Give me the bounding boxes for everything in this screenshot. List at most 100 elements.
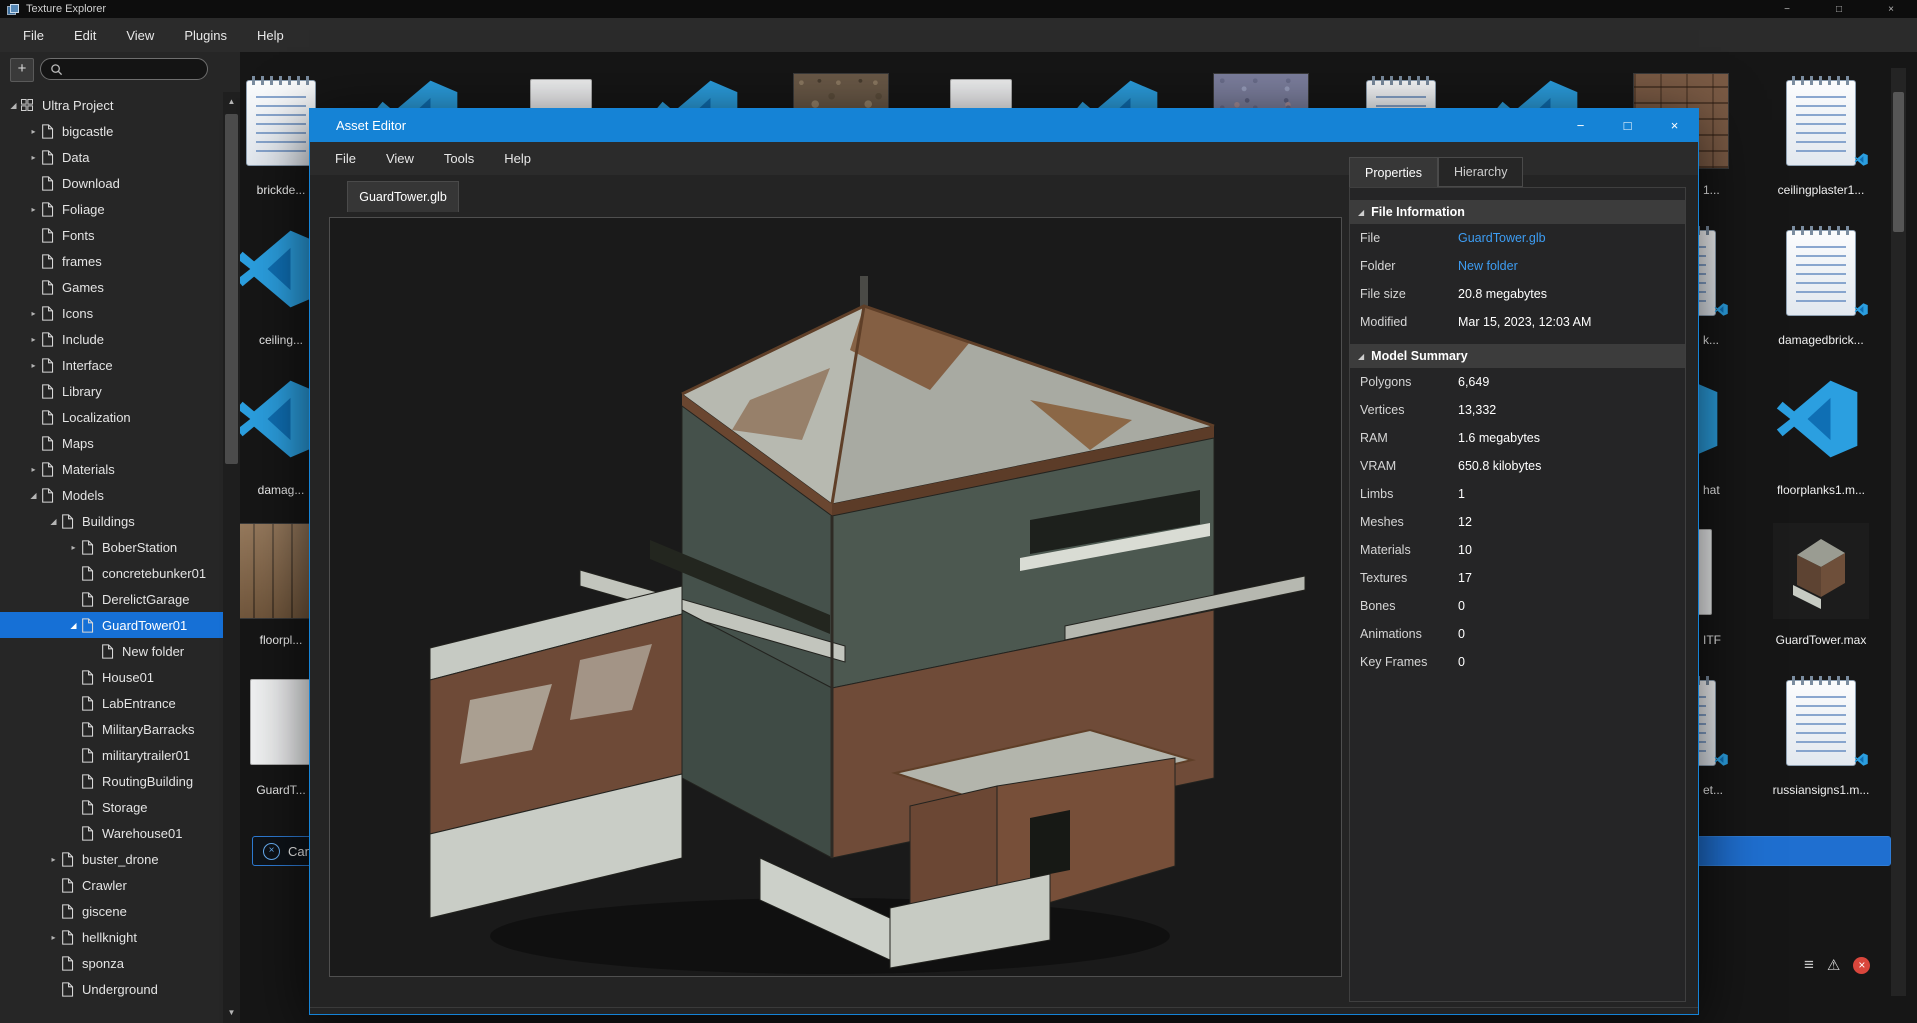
- tree-item-crawler[interactable]: Crawler: [0, 872, 223, 898]
- tree-item-routingbuilding[interactable]: RoutingBuilding: [0, 768, 223, 794]
- tree-item-new-folder[interactable]: New folder: [0, 638, 223, 664]
- tree-item-ultra-project[interactable]: ◢Ultra Project: [0, 92, 223, 118]
- tree-item-interface[interactable]: ▸Interface: [0, 352, 223, 378]
- tree-item-download[interactable]: Download: [0, 170, 223, 196]
- collapse-icon[interactable]: ◢: [66, 621, 81, 630]
- menu-view[interactable]: View: [371, 142, 429, 175]
- search-box[interactable]: [40, 58, 208, 80]
- tree-item-boberstation[interactable]: ▸BoberStation: [0, 534, 223, 560]
- collapse-icon[interactable]: ◢: [46, 517, 61, 526]
- document-icon: [81, 825, 96, 841]
- tree-item-guardtower01[interactable]: ◢GuardTower01: [0, 612, 223, 638]
- search-input[interactable]: [69, 61, 198, 77]
- file-item-russiansigns1-m[interactable]: russiansigns1.m...: [1763, 673, 1879, 809]
- asset-editor-titlebar[interactable]: Asset Editor − □ ×: [310, 109, 1698, 142]
- property-row-bones: Bones0: [1350, 592, 1685, 620]
- minimize-button[interactable]: −: [1761, 0, 1813, 18]
- tree-item-hellknight[interactable]: ▸hellknight: [0, 924, 223, 950]
- expand-icon[interactable]: ▸: [26, 205, 41, 214]
- expand-icon[interactable]: ▸: [46, 855, 61, 864]
- menu-help[interactable]: Help: [489, 142, 546, 175]
- file-item-damagedbrick[interactable]: damagedbrick...: [1763, 223, 1879, 359]
- tree-item-maps[interactable]: Maps: [0, 430, 223, 456]
- document-icon: [41, 331, 56, 347]
- file-item-ceilingplaster1[interactable]: ceilingplaster1...: [1763, 73, 1879, 209]
- property-value: 17: [1458, 571, 1472, 585]
- tree-item-frames[interactable]: frames: [0, 248, 223, 274]
- tree-item-data[interactable]: ▸Data: [0, 144, 223, 170]
- tree-item-underground[interactable]: Underground: [0, 976, 223, 1002]
- menu-help[interactable]: Help: [242, 18, 299, 52]
- scroll-up-icon[interactable]: ▲: [223, 94, 240, 110]
- menu-file[interactable]: File: [8, 18, 59, 52]
- file-item-guardtower-max[interactable]: GuardTower.max: [1763, 523, 1879, 659]
- document-tab[interactable]: GuardTower.glb: [347, 181, 459, 212]
- list-icon[interactable]: ≡: [1804, 955, 1814, 975]
- tree-item-buildings[interactable]: ◢Buildings: [0, 508, 223, 534]
- tree-item-labentrance[interactable]: LabEntrance: [0, 690, 223, 716]
- property-value-link[interactable]: GuardTower.glb: [1458, 231, 1546, 245]
- tree-item-models[interactable]: ◢Models: [0, 482, 223, 508]
- tree-item-include[interactable]: ▸Include: [0, 326, 223, 352]
- expand-icon[interactable]: ▸: [66, 543, 81, 552]
- warning-icon[interactable]: ⚠: [1827, 956, 1840, 974]
- tree-item-materials[interactable]: ▸Materials: [0, 456, 223, 482]
- menu-edit[interactable]: Edit: [59, 18, 111, 52]
- tree-item-games[interactable]: Games: [0, 274, 223, 300]
- menu-tools[interactable]: Tools: [429, 142, 489, 175]
- tree-item-localization[interactable]: Localization: [0, 404, 223, 430]
- tree-item-bigcastle[interactable]: ▸bigcastle: [0, 118, 223, 144]
- tree-item-giscene[interactable]: giscene: [0, 898, 223, 924]
- expand-icon[interactable]: ▸: [26, 361, 41, 370]
- tab-hierarchy[interactable]: Hierarchy: [1438, 157, 1524, 187]
- document-icon: [41, 123, 56, 139]
- menu-plugins[interactable]: Plugins: [169, 18, 242, 52]
- collapse-icon[interactable]: ◢: [26, 491, 41, 500]
- tree-item-buster-drone[interactable]: ▸buster_drone: [0, 846, 223, 872]
- menu-file[interactable]: File: [320, 142, 371, 175]
- tree-item-storage[interactable]: Storage: [0, 794, 223, 820]
- property-value-link[interactable]: New folder: [1458, 259, 1518, 273]
- file-item-floorplanks1-m[interactable]: floorplanks1.m...: [1763, 373, 1879, 509]
- tree-item-warehouse01[interactable]: Warehouse01: [0, 820, 223, 846]
- section-model-summary[interactable]: ◢ Model Summary: [1350, 344, 1685, 368]
- modal-minimize-button[interactable]: −: [1557, 109, 1604, 142]
- modal-close-button[interactable]: ×: [1651, 109, 1698, 142]
- tree-item-sponza[interactable]: sponza: [0, 950, 223, 976]
- maximize-button[interactable]: □: [1813, 0, 1865, 18]
- tree-item-concretebunker01[interactable]: concretebunker01: [0, 560, 223, 586]
- expand-icon[interactable]: ▸: [26, 309, 41, 318]
- expand-icon[interactable]: ▸: [26, 127, 41, 136]
- tree-item-derelictgarage[interactable]: DerelictGarage: [0, 586, 223, 612]
- expand-icon[interactable]: ▸: [26, 335, 41, 344]
- section-file-information[interactable]: ◢ File Information: [1350, 200, 1685, 224]
- document-icon: [81, 721, 96, 737]
- menu-view[interactable]: View: [111, 18, 169, 52]
- property-label: Limbs: [1350, 487, 1458, 501]
- error-icon[interactable]: ×: [1853, 957, 1870, 974]
- modal-maximize-button[interactable]: □: [1604, 109, 1651, 142]
- property-label: Folder: [1350, 259, 1458, 273]
- expand-icon[interactable]: ▸: [46, 933, 61, 942]
- tree-item-icons[interactable]: ▸Icons: [0, 300, 223, 326]
- expand-icon[interactable]: ▸: [26, 465, 41, 474]
- content-scrollbar-thumb[interactable]: [1893, 92, 1904, 232]
- add-button[interactable]: +: [10, 58, 34, 82]
- sidebar-scrollbar-thumb[interactable]: [225, 114, 238, 464]
- tree-item-house01[interactable]: House01: [0, 664, 223, 690]
- tree-item-foliage[interactable]: ▸Foliage: [0, 196, 223, 222]
- sidebar-scrollbar[interactable]: ▲ ▼: [223, 92, 240, 1023]
- tree-item-fonts[interactable]: Fonts: [0, 222, 223, 248]
- tree-item-library[interactable]: Library: [0, 378, 223, 404]
- collapse-icon[interactable]: ◢: [6, 101, 21, 110]
- tree-item-militarybarracks[interactable]: MilitaryBarracks: [0, 716, 223, 742]
- model-viewport[interactable]: [329, 217, 1342, 977]
- content-scrollbar[interactable]: [1891, 68, 1906, 996]
- tree-item-militarytrailer01[interactable]: militarytrailer01: [0, 742, 223, 768]
- tab-properties[interactable]: Properties: [1349, 157, 1438, 187]
- expand-icon[interactable]: ▸: [26, 153, 41, 162]
- scroll-down-icon[interactable]: ▼: [223, 1005, 240, 1021]
- file-item-label: 1...: [1703, 183, 1749, 197]
- close-button[interactable]: ×: [1865, 0, 1917, 18]
- vscode-badge-icon: [1854, 752, 1869, 767]
